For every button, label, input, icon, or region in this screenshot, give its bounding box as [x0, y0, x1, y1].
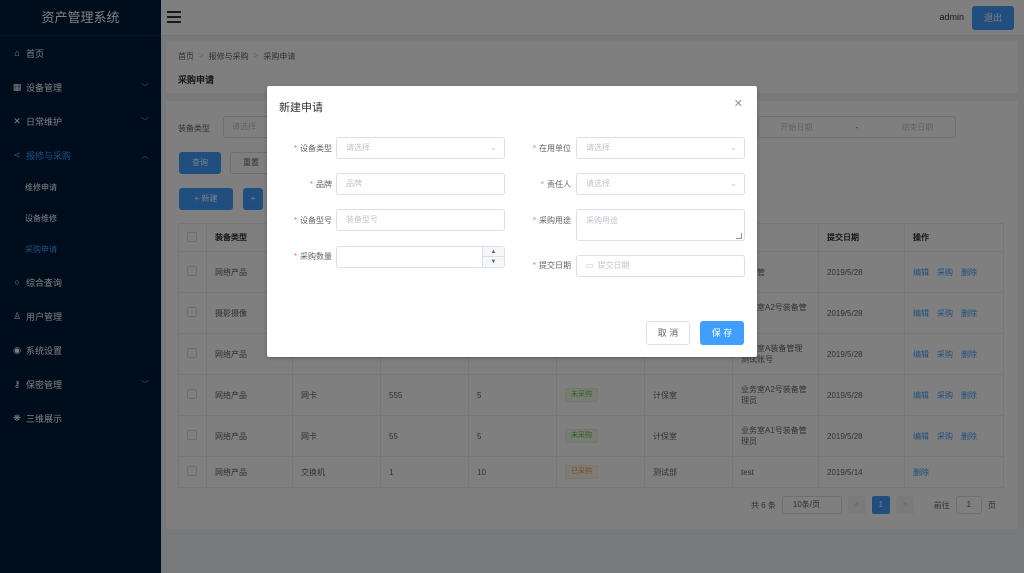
stepper-buttons: ▲ ▼	[482, 247, 504, 267]
submit-date-picker[interactable]: ▭ 提交日期	[576, 255, 745, 277]
chevron-down-icon: ⌄	[490, 143, 497, 152]
new-request-dialog: 新建申请 ✕ * 设备类型 请选择 ⌄ * 品牌 品牌 * 设备型号 装备型号 * 采购数…	[267, 86, 757, 357]
model-label: * 设备型号	[293, 216, 332, 225]
close-icon[interactable]: ✕	[734, 97, 743, 110]
chevron-down-icon: ⌄	[730, 143, 737, 152]
device-type-select[interactable]: 请选择 ⌄	[336, 137, 505, 159]
device-type-label: * 设备类型	[293, 144, 332, 153]
owner-label: * 责任人	[540, 180, 571, 189]
quantity-label: * 采购数量	[293, 252, 332, 261]
brand-input[interactable]: 品牌	[336, 173, 505, 195]
calendar-icon: ▭	[586, 261, 594, 270]
purpose-label: * 采购用途	[532, 216, 571, 225]
brand-label: * 品牌	[309, 180, 332, 189]
resize-handle-icon[interactable]	[736, 233, 742, 239]
unit-select[interactable]: 请选择 ⌄	[576, 137, 745, 159]
submit-date-label: * 提交日期	[532, 261, 571, 270]
save-button[interactable]: 保 存	[700, 321, 744, 345]
unit-label: * 在用单位	[532, 144, 571, 153]
dialog-title: 新建申请	[279, 102, 323, 114]
owner-select[interactable]: 请选择 ⌄	[576, 173, 745, 195]
model-input[interactable]: 装备型号	[336, 209, 505, 231]
chevron-down-icon: ⌄	[730, 179, 737, 188]
purpose-textarea[interactable]: 采购用途	[576, 209, 745, 241]
quantity-stepper[interactable]: ▲ ▼	[336, 246, 505, 268]
decrement-icon[interactable]: ▼	[483, 257, 504, 267]
cancel-button[interactable]: 取 消	[646, 321, 690, 345]
increment-icon[interactable]: ▲	[483, 247, 504, 257]
